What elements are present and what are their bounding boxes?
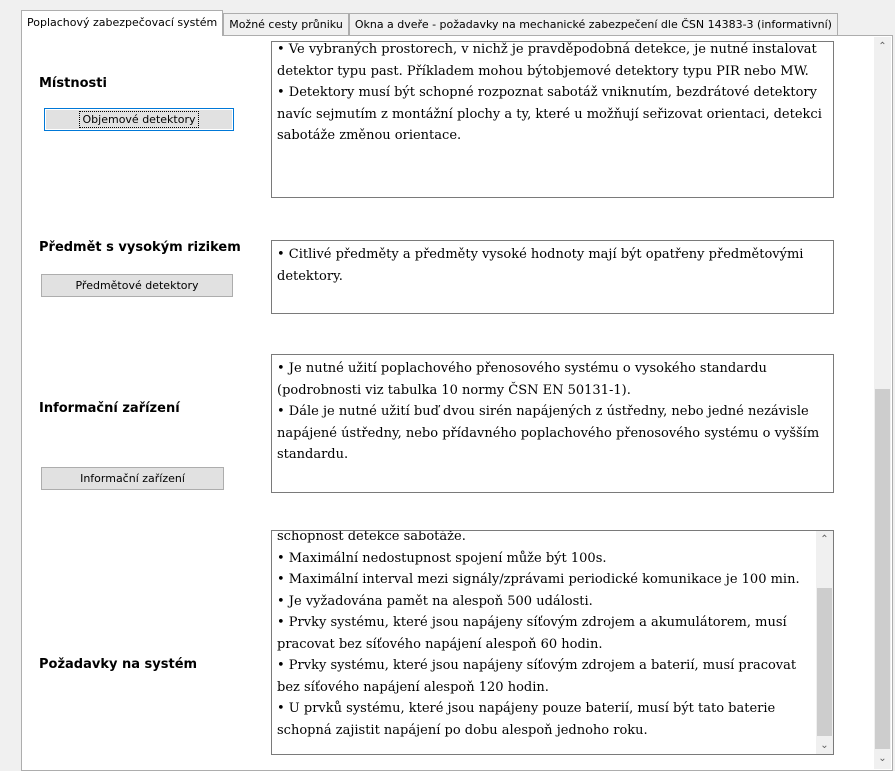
system-line: • Maximální interval mezi signály/zpráva… [277,572,800,587]
system-textbox[interactable]: schopnost detekce sabotáže. • Maximální … [271,530,834,755]
system-scroll-thumb[interactable] [817,588,832,736]
panel-scroll-thumb[interactable] [875,389,890,749]
tab-panel: Místnosti Objemové detektory • Ve vybran… [21,35,893,771]
rooms-line: • Detektory musí být schopné rozpoznat s… [277,85,822,143]
system-line: • Prvky systému, které jsou napájeny síť… [277,658,797,695]
rooms-textbox[interactable]: • Ve vybraných prostorech, v nichž je pr… [271,41,834,198]
tab-bar: Poplachový zabezpečovací systém Možné ce… [21,10,838,36]
high-risk-line: • Citlivé předměty a předměty vysoké hod… [277,247,804,284]
chevron-down-icon[interactable]: ⌄ [816,737,833,754]
info-devices-button[interactable]: Informační zařízení [41,467,224,490]
info-textbox[interactable]: • Je nutné užití poplachového přenosovéh… [271,354,834,493]
tab-alarm-system[interactable]: Poplachový zabezpečovací systém [21,10,224,36]
chevron-up-icon[interactable]: ⌃ [874,38,891,55]
panel-scrollbar[interactable]: ⌃ ⌄ [874,37,891,769]
rooms-line: • Ve vybraných prostorech, v nichž je pr… [277,42,817,79]
rooms-label: Místnosti [39,76,107,91]
system-requirements-label: Požadavky na systém [39,657,198,672]
chevron-down-icon[interactable]: ⌄ [874,750,891,767]
high-risk-textbox[interactable]: • Citlivé předměty a předměty vysoké hod… [271,240,834,314]
system-textbox-scrollbar[interactable]: ⌃ ⌄ [816,531,833,754]
high-risk-label: Předmět s vysokým rizikem [39,240,241,255]
tab-intrusion-paths[interactable]: Možné cesty průniku [223,13,349,35]
volume-detectors-button[interactable]: Objemové detektory [44,108,234,131]
system-line: • Je vyžadována pamět na alespoň 500 udá… [277,593,593,609]
system-line: • Maximální nedostupnost spojení může bý… [277,550,607,566]
object-detectors-button[interactable]: Předmětové detektory [41,274,233,297]
info-line: • Je nutné užití poplachového přenosovéh… [277,361,767,398]
info-line: • Dále je nutné užití buď dvou sirén nap… [277,404,820,462]
system-line: schopnost detekce sabotáže. [277,530,466,544]
info-devices-label: Informační zařízení [39,401,180,416]
system-line: • Prvky systému, které jsou napájeny síť… [277,615,787,652]
tab-windows-doors[interactable]: Okna a dveře - požadavky na mechanické z… [348,13,838,35]
system-line: • U prvků systému, které jsou napájeny p… [277,701,776,738]
chevron-up-icon[interactable]: ⌃ [816,531,833,548]
